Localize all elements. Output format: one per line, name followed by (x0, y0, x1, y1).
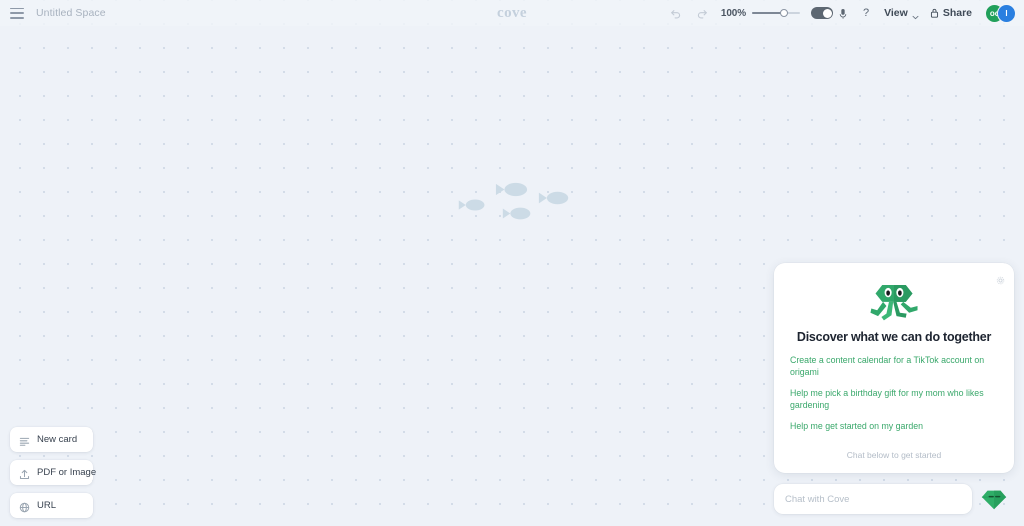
toolbar-right-group: 100% ? View Share oc l (669, 3, 1024, 23)
space-title[interactable]: Untitled Space (36, 7, 106, 19)
undo-arrow-icon[interactable] (669, 6, 684, 21)
fish-decoration (458, 198, 486, 212)
zoom-slider[interactable] (752, 7, 801, 19)
panel-title: Discover what we can do together (796, 330, 992, 344)
fish-decoration (495, 181, 529, 198)
presence-toggle[interactable] (811, 7, 834, 19)
suggestion-item[interactable]: Help me pick a birthday gift for my mom … (790, 388, 998, 412)
toolbar-left-group: Untitled Space (0, 7, 106, 19)
ai-assistant-panel: Discover what we can do together Create … (774, 263, 1014, 473)
help-button[interactable]: ? (859, 7, 873, 19)
chat-bar (774, 484, 1024, 514)
share-label: Share (942, 7, 972, 19)
panel-footer-hint: Chat below to get started (846, 450, 942, 460)
top-toolbar: Untitled Space cove 100% ? View Share oc… (0, 0, 1024, 26)
lock-icon (930, 8, 939, 18)
microphone-icon[interactable] (838, 7, 848, 19)
url-button[interactable]: URL (10, 493, 93, 518)
new-card-label: New card (37, 434, 78, 445)
octopus-mascot-icon (868, 280, 920, 322)
share-button[interactable]: Share (930, 7, 972, 19)
fish-decoration (538, 190, 570, 206)
suggestion-item[interactable]: Help me get started on my garden (790, 421, 998, 433)
avatar[interactable]: l (997, 3, 1016, 23)
chat-input[interactable] (774, 484, 972, 514)
fish-decoration (502, 206, 532, 221)
zoom-slider-knob[interactable] (780, 9, 789, 17)
suggestion-list: Create a content calendar for a TikTok a… (790, 355, 998, 432)
canvas-workspace[interactable]: Untitled Space cove 100% ? View Share oc… (0, 0, 1024, 526)
gear-icon[interactable] (996, 272, 1005, 285)
pdf-or-image-button[interactable]: PDF or Image (10, 460, 97, 485)
lines-card-icon (19, 434, 30, 446)
globe-icon (19, 500, 30, 513)
toolbar-center-group: cove (497, 5, 527, 22)
redo-arrow-icon[interactable] (695, 6, 710, 21)
cove-logo: cove (497, 4, 527, 21)
view-menu-label: View (884, 7, 908, 19)
presence-group (811, 7, 848, 19)
pdf-or-image-label: PDF or Image (37, 467, 97, 478)
zoom-slider-fill (752, 12, 784, 14)
green-gem-icon[interactable] (980, 486, 1008, 512)
add-content-toolbar: New card PDF or Image URL (10, 427, 97, 518)
view-menu-button[interactable]: View (884, 7, 919, 19)
chevron-down-icon (912, 11, 919, 19)
url-label: URL (37, 500, 57, 511)
collaborator-avatars: oc l (983, 3, 1016, 23)
suggestion-item[interactable]: Create a content calendar for a TikTok a… (790, 355, 998, 379)
zoom-control[interactable]: 100% (720, 7, 801, 19)
toggle-knob (822, 8, 832, 18)
new-card-button[interactable]: New card (10, 427, 93, 452)
hamburger-icon[interactable] (10, 7, 24, 19)
upload-icon (19, 467, 30, 480)
zoom-level-label: 100% (720, 7, 747, 19)
